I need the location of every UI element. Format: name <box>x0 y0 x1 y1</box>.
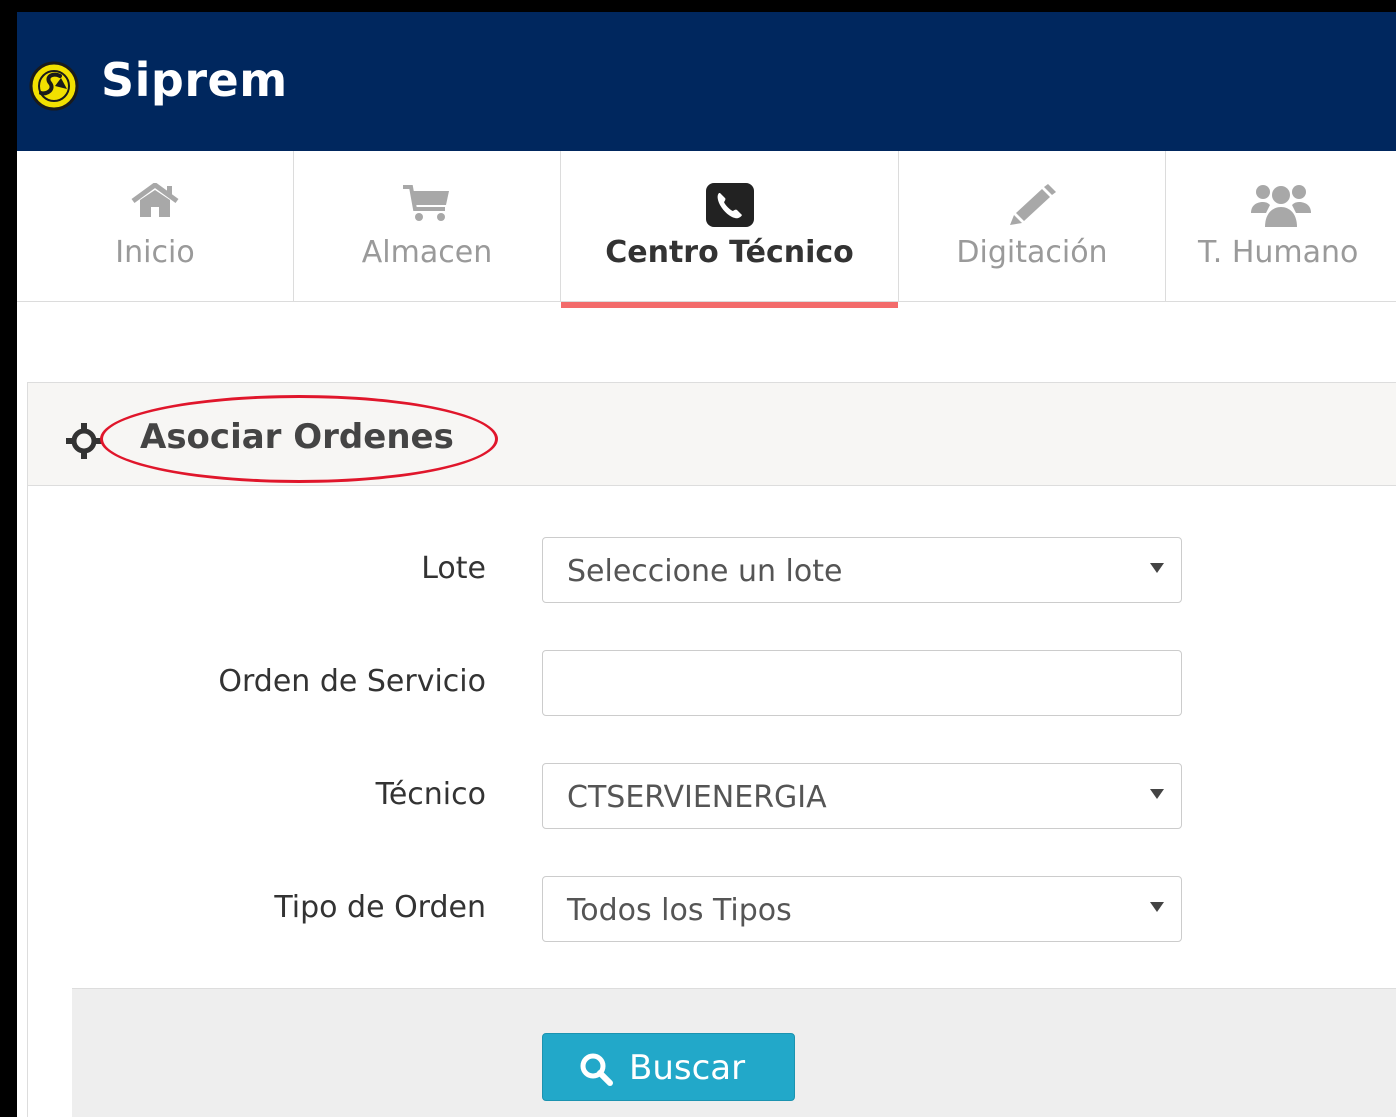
form-actions: Buscar <box>72 988 1396 1117</box>
crosshair-icon <box>66 423 102 459</box>
orden-servicio-input[interactable] <box>542 650 1182 716</box>
tipo-orden-select[interactable]: Todos los Tipos <box>542 876 1182 942</box>
form-row-orden-servicio: Orden de Servicio <box>28 650 1228 718</box>
tab-label: T. Humano <box>1198 235 1359 270</box>
tab-digitacion[interactable]: Digitación <box>899 151 1166 301</box>
cart-icon <box>403 185 449 221</box>
main-nav: Inicio Almacen Centro Técnico Digitación… <box>17 151 1396 308</box>
logo-icon <box>29 61 79 111</box>
app-window: Siprem Inicio Almacen Centro Técnico Dig… <box>17 12 1396 1117</box>
search-icon <box>580 1053 613 1086</box>
orden-servicio-label: Orden de Servicio <box>218 664 486 699</box>
caret-down-icon <box>1150 789 1164 799</box>
tipo-orden-selected-value: Todos los Tipos <box>567 893 792 928</box>
lote-select[interactable]: Seleccione un lote <box>542 537 1182 603</box>
app-title[interactable]: Siprem <box>101 50 288 110</box>
tecnico-label: Técnico <box>375 777 486 812</box>
top-bar: Siprem <box>17 12 1396 151</box>
buscar-button[interactable]: Buscar <box>542 1033 795 1101</box>
active-tab-indicator <box>561 302 898 308</box>
caret-down-icon <box>1150 563 1164 573</box>
tab-t-humano[interactable]: T. Humano <box>1166 151 1396 301</box>
pencil-icon <box>1010 184 1056 225</box>
tab-centro-tecnico[interactable]: Centro Técnico <box>561 151 899 308</box>
form-row-lote: Lote Seleccione un lote <box>28 537 1228 605</box>
tab-inicio[interactable]: Inicio <box>17 151 294 301</box>
annotation-circle <box>100 395 498 483</box>
tipo-orden-label: Tipo de Orden <box>274 890 486 925</box>
form-row-tecnico: Técnico CTSERVIENERGIA <box>28 763 1228 831</box>
tecnico-selected-value: CTSERVIENERGIA <box>567 780 827 815</box>
home-icon <box>131 183 179 217</box>
lote-label: Lote <box>421 551 486 586</box>
asociar-ordenes-panel: Asociar Ordenes Lote Seleccione un lote … <box>27 382 1396 1117</box>
tab-label: Digitación <box>956 235 1108 270</box>
tab-label: Almacen <box>361 235 493 270</box>
tab-almacen[interactable]: Almacen <box>294 151 561 301</box>
panel-header: Asociar Ordenes <box>28 383 1396 486</box>
tab-label: Centro Técnico <box>605 235 854 270</box>
form-row-tipo-orden: Tipo de Orden Todos los Tipos <box>28 876 1228 944</box>
tecnico-select[interactable]: CTSERVIENERGIA <box>542 763 1182 829</box>
users-icon <box>1251 185 1311 227</box>
tab-label: Inicio <box>115 235 195 270</box>
lote-selected-value: Seleccione un lote <box>567 554 843 589</box>
caret-down-icon <box>1150 902 1164 912</box>
buscar-label: Buscar <box>629 1048 746 1088</box>
phone-icon <box>705 183 754 227</box>
